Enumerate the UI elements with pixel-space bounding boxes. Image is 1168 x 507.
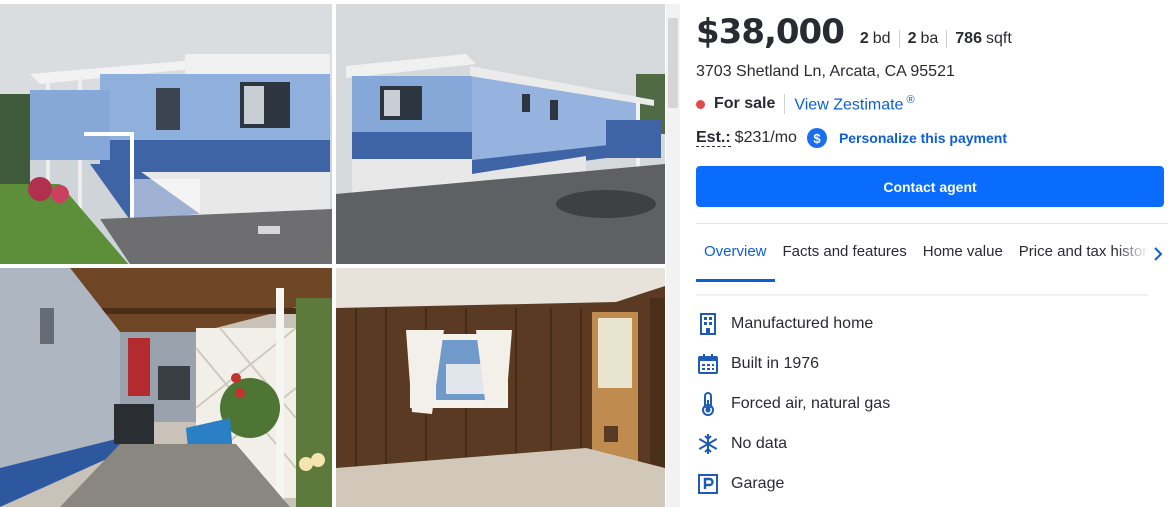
fact-label: Manufactured home xyxy=(731,315,874,332)
tabs-divider xyxy=(696,294,1148,296)
photo-exterior-front[interactable] xyxy=(0,4,332,264)
fact-label: No data xyxy=(731,435,788,452)
photo-exterior-side[interactable] xyxy=(336,4,665,264)
tab-price-and-tax-history[interactable]: Price and tax history xyxy=(1011,224,1148,282)
view-zestimate-link[interactable]: View Zestimate ® xyxy=(794,94,914,114)
bed-bath-sqft: 2 bd 2 ba 786 sqft xyxy=(860,30,1020,48)
tab-home-value[interactable]: Home value xyxy=(915,224,1011,282)
sqft-value: 786 xyxy=(955,30,982,47)
photo-interior-living-room[interactable] xyxy=(336,268,665,507)
fact-heating: Forced air, natural gas xyxy=(696,384,890,424)
contact-agent-button[interactable]: Contact agent xyxy=(696,166,1164,207)
key-facts-list: Manufactured home Built in 1976 Forced a… xyxy=(696,304,890,504)
beds-unit: bd xyxy=(872,30,891,47)
fact-cooling: No data xyxy=(696,424,890,464)
dollar-icon[interactable]: $ xyxy=(806,128,827,148)
beds-stat: 2 bd xyxy=(860,30,899,48)
listing-price: $38,000 xyxy=(696,12,845,52)
thermometer-icon xyxy=(696,392,720,416)
parking-icon xyxy=(696,472,720,496)
view-zestimate-label: View Zestimate xyxy=(794,96,904,114)
photo-gallery xyxy=(0,0,680,507)
baths-count: 2 xyxy=(907,30,917,47)
photo-carport-porch[interactable] xyxy=(0,268,332,507)
registered-mark: ® xyxy=(906,94,915,106)
tab-facts-and-features[interactable]: Facts and features xyxy=(775,224,915,282)
status-dot-icon xyxy=(696,99,705,109)
price-summary: $38,000 2 bd 2 ba 786 sqft xyxy=(696,12,1020,52)
tab-overview[interactable]: Overview xyxy=(696,224,775,282)
personalize-payment-link[interactable]: Personalize this payment xyxy=(839,130,1007,146)
sqft-stat: 786 sqft xyxy=(946,30,1020,48)
baths-unit: ba xyxy=(920,30,939,47)
calendar-icon xyxy=(696,352,720,376)
gallery-scrollbar-thumb[interactable] xyxy=(668,18,678,108)
estimated-payment-row: Est.: $231/mo $ Personalize this payment xyxy=(696,128,1007,148)
beds-count: 2 xyxy=(859,30,869,47)
est-payment-label[interactable]: Est.: xyxy=(696,129,731,147)
gallery-scrollbar[interactable] xyxy=(666,4,680,507)
fact-parking: Garage xyxy=(696,464,890,504)
fact-home-type: Manufactured home xyxy=(696,304,890,344)
fact-label: Garage xyxy=(731,475,785,492)
fact-year-built: Built in 1976 xyxy=(696,344,890,384)
status-label: For sale xyxy=(714,95,776,113)
snowflake-icon xyxy=(696,432,720,456)
baths-stat: 2 ba xyxy=(898,30,947,48)
listing-details-panel: $38,000 2 bd 2 ba 786 sqft 3703 Shetland… xyxy=(680,0,1168,507)
section-tabs: Overview Facts and features Home value P… xyxy=(696,223,1168,283)
sqft-unit: sqft xyxy=(985,30,1012,47)
divider xyxy=(784,94,786,115)
tab-list: Overview Facts and features Home value P… xyxy=(696,224,1148,282)
fact-label: Forced air, natural gas xyxy=(731,395,891,412)
chevron-right-icon[interactable] xyxy=(1148,244,1168,264)
status-row: For sale View Zestimate ® xyxy=(696,94,915,115)
listing-address: 3703 Shetland Ln, Arcata, CA 95521 xyxy=(696,63,955,80)
building-icon xyxy=(696,312,720,336)
fact-label: Built in 1976 xyxy=(731,355,820,372)
est-payment-value: $231/mo xyxy=(734,129,797,146)
